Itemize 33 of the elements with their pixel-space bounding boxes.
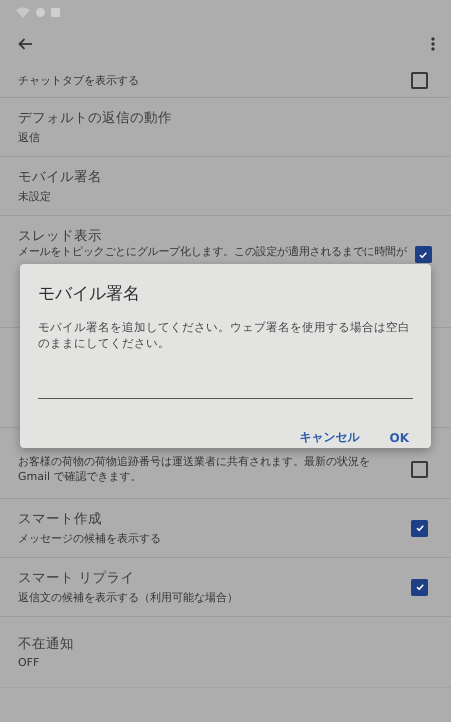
settings-row[interactable]: モバイル署名 未設定	[0, 157, 451, 216]
dialog-message: モバイル署名を追加してください。ウェブ署名を使用する場合は空白のままにしてください。	[38, 319, 411, 351]
back-icon[interactable]	[18, 38, 32, 50]
checkbox[interactable]	[411, 578, 428, 596]
check-icon	[418, 250, 428, 260]
setting-description: 未設定	[18, 189, 52, 204]
check-icon	[414, 523, 424, 533]
setting-title: スマート リプライ	[18, 569, 136, 587]
setting-description: チャットタブを表示する	[18, 73, 140, 88]
settings-row[interactable]: デフォルトの返信の動作 返信	[0, 98, 451, 157]
setting-description: OFF	[18, 656, 40, 669]
setting-description: メールをトピックごとにグループ化します。この設定が適用されるまでに時間が	[18, 244, 407, 259]
setting-description: お客様の荷物の荷物追跡番号は運送業者に共有されます。最新の状況を Gmail で確認できます。	[18, 454, 371, 484]
setting-description: 返信文の候補を表示する（利用可能な場合）	[18, 590, 239, 605]
checkbox[interactable]	[411, 72, 428, 89]
setting-title: モバイル署名	[18, 168, 103, 186]
settings-row[interactable]: スマート作成 メッセージの候補を表示する	[0, 499, 451, 558]
wifi-icon	[16, 6, 30, 18]
checkbox[interactable]	[411, 520, 428, 536]
checkbox[interactable]	[414, 246, 432, 263]
checkbox[interactable]	[411, 460, 428, 478]
more-icon[interactable]	[431, 37, 435, 51]
check-icon	[414, 582, 424, 592]
settings-row[interactable]: 不在通知 OFF	[0, 617, 451, 687]
settings-row[interactable]: スマート リプライ 返信文の候補を表示する（利用可能な場合）	[0, 558, 451, 617]
settings-row[interactable]: チャットタブを表示する	[0, 64, 451, 98]
setting-description: 返信	[18, 130, 41, 145]
setting-title: 不在通知	[18, 635, 75, 653]
dialog-title: モバイル署名	[38, 283, 141, 305]
setting-description: メッセージの候補を表示する	[18, 531, 162, 546]
setting-title: スレッド表示	[18, 228, 103, 244]
setting-title: デフォルトの返信の動作	[18, 109, 173, 127]
setting-title: スマート作成	[18, 510, 103, 528]
